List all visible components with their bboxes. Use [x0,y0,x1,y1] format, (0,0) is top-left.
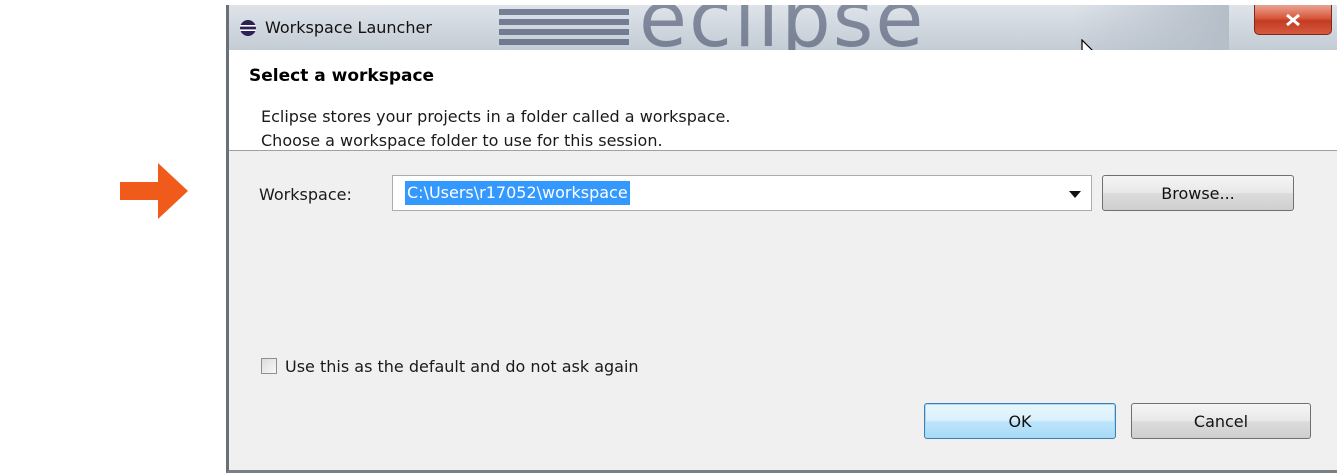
workspace-combo[interactable]: C:\Users\r17052\workspace [392,175,1092,211]
browse-button[interactable]: Browse... [1102,175,1294,211]
header-description-line-1: Eclipse stores your projects in a folder… [261,107,731,126]
workspace-path-value[interactable]: C:\Users\r17052\workspace [405,181,630,205]
window-title: Workspace Launcher [265,18,432,37]
close-button[interactable] [1254,5,1332,35]
mouse-cursor-icon [1081,39,1093,50]
workspace-label: Workspace: [259,185,352,204]
default-checkbox[interactable] [261,358,277,374]
close-icon [1286,13,1300,26]
eclipse-watermark: eclipse [639,5,926,50]
title-decoration [499,9,629,45]
dialog-header: Select a workspace Eclipse stores your p… [229,50,1337,151]
page-title: Select a workspace [249,66,435,86]
default-checkbox-row[interactable]: Use this as the default and do not ask a… [261,354,639,378]
dialog-content: Workspace: C:\Users\r17052\workspace Bro… [229,151,1337,470]
header-description-line-2: Choose a workspace folder to use for thi… [261,131,663,150]
arrow-right-icon [120,163,188,219]
cancel-button[interactable]: Cancel [1131,403,1311,439]
workspace-launcher-dialog: eclipse Workspace Launcher Select a work… [226,5,1337,473]
eclipse-icon [240,20,256,36]
chevron-down-icon[interactable] [1069,191,1081,198]
title-bar[interactable]: eclipse Workspace Launcher [229,5,1337,50]
screenshot-stage: eclipse Workspace Launcher Select a work… [0,0,1337,473]
ok-button[interactable]: OK [924,403,1116,439]
default-checkbox-label[interactable]: Use this as the default and do not ask a… [285,357,639,376]
